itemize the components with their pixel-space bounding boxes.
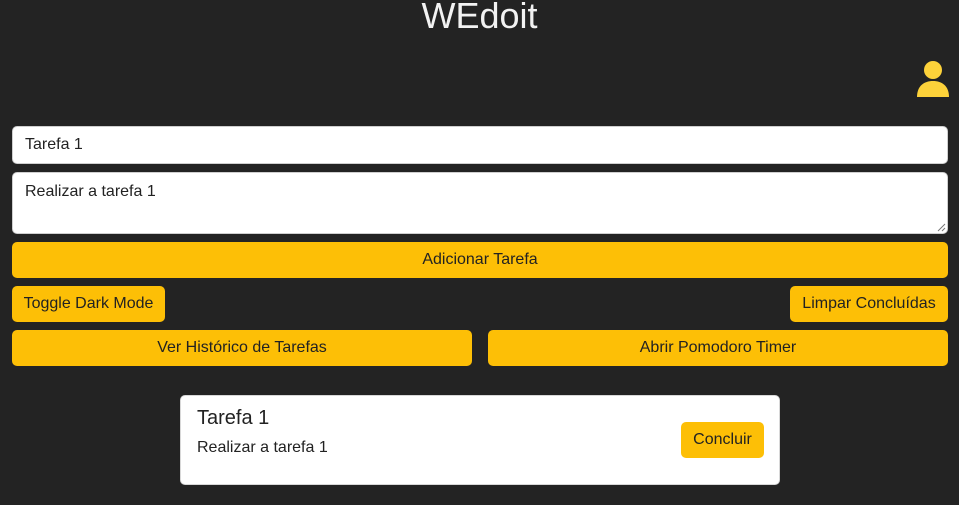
user-profile-icon[interactable]: [916, 60, 950, 98]
app-page: WEdoit Realizar a tarefa 1 Adicionar Tar…: [0, 0, 959, 505]
task-description-textarea[interactable]: Realizar a tarefa 1: [12, 172, 948, 234]
toggle-dark-mode-button[interactable]: Toggle Dark Mode: [12, 286, 165, 322]
task-title-input[interactable]: [12, 126, 948, 164]
add-task-button[interactable]: Adicionar Tarefa: [12, 242, 948, 278]
open-pomodoro-button[interactable]: Abrir Pomodoro Timer: [488, 330, 948, 366]
view-history-button[interactable]: Ver Histórico de Tarefas: [12, 330, 472, 366]
task-description: Realizar a tarefa 1: [197, 439, 328, 456]
complete-task-button[interactable]: Concluir: [681, 422, 764, 458]
task-title: Tarefa 1: [197, 407, 270, 429]
app-title: WEdoit: [421, 0, 538, 36]
clear-completed-button[interactable]: Limpar Concluídas: [790, 286, 948, 322]
task-card: Tarefa 1 Realizar a tarefa 1 Concluir: [180, 395, 780, 485]
resize-grip-icon[interactable]: [936, 222, 946, 232]
